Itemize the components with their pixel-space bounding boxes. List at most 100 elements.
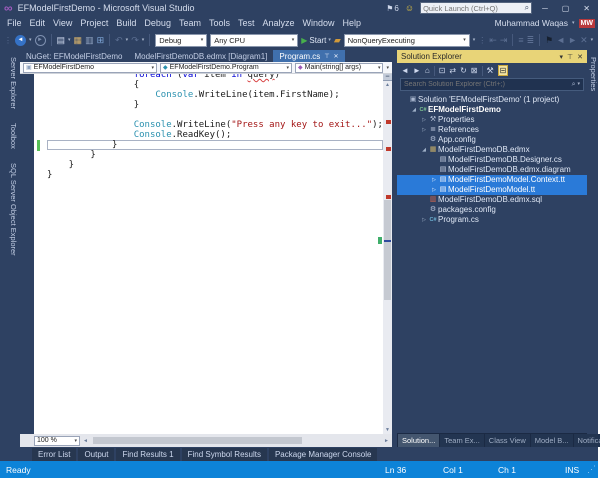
navbar-overflow-icon[interactable]: ▾	[386, 65, 389, 71]
increase-indent-button[interactable]: ⇥	[500, 35, 508, 45]
pin-icon[interactable]: ⊤	[324, 53, 329, 60]
expander-icon[interactable]: ▷	[420, 115, 428, 125]
search-input[interactable]	[404, 81, 572, 88]
navigate-forward-button[interactable]: ►	[35, 35, 46, 46]
close-button[interactable]: ✕	[579, 4, 594, 13]
menu-item[interactable]: File	[3, 18, 26, 28]
refresh-button[interactable]: ↻	[460, 66, 467, 75]
undo-button[interactable]: ↶	[115, 35, 123, 45]
menu-item[interactable]: Team	[175, 18, 205, 28]
uncomment-button[interactable]: ≣	[527, 35, 535, 45]
scrollbar-thumb[interactable]	[93, 437, 302, 444]
start-debug-button[interactable]: ▶ Start ▾	[301, 36, 331, 45]
tool-window-tab[interactable]: Properties	[587, 53, 600, 95]
error-marker[interactable]	[386, 147, 391, 151]
chevron-down-icon[interactable]: ▾	[577, 81, 580, 89]
tool-window-tab[interactable]: Server Explorer	[0, 53, 20, 113]
menu-item[interactable]: Tools	[205, 18, 234, 28]
forward-button[interactable]: ►	[413, 66, 421, 75]
tree-item[interactable]: ▷▤ModelFirstDemoModel.Context.tt	[397, 175, 587, 185]
close-icon[interactable]: ✕	[577, 53, 583, 61]
panel-tab[interactable]: Find Symbol Results	[182, 448, 267, 461]
sql-status-combo[interactable]: NonQueryExecuting ▾	[344, 34, 470, 47]
scrollbar-thumb[interactable]	[384, 200, 391, 300]
pending-changes-button[interactable]: ⊠	[471, 66, 478, 75]
close-icon[interactable]: ✕	[334, 53, 339, 60]
member-dropdown[interactable]: ◆ Main(string[] args) ▾	[295, 63, 383, 73]
tree-item[interactable]: ▷▤ModelFirstDemoModel.tt	[397, 185, 587, 195]
tree-item[interactable]: ▥ModelFirstDemoDB.edmx.sql	[397, 195, 587, 205]
error-marker[interactable]	[386, 120, 391, 124]
solution-platform-combo[interactable]: Any CPU ▾	[210, 34, 298, 47]
minimize-button[interactable]: ─	[538, 4, 552, 13]
undo-dropdown-icon[interactable]: ▾	[126, 37, 129, 43]
expander-icon[interactable]: ◢	[420, 145, 428, 155]
quick-launch-input[interactable]	[423, 4, 525, 13]
code-area[interactable]: foreach (var item in query) { Console.Wr…	[45, 74, 383, 434]
toolbar-grip[interactable]: ⋮	[478, 36, 486, 45]
error-marker[interactable]	[386, 195, 391, 199]
new-dropdown-icon[interactable]: ▾	[68, 37, 71, 43]
next-bookmark-button[interactable]: ►	[568, 35, 577, 45]
tree-item[interactable]: ⚙packages.config	[397, 205, 587, 215]
chevron-down-icon[interactable]: ▾	[560, 53, 564, 61]
user-avatar[interactable]: MW	[579, 19, 595, 28]
toolbar-overflow-icon[interactable]: ▾	[473, 37, 476, 43]
tree-item[interactable]: ◢C#EFModelFirstDemo	[397, 105, 587, 115]
panel-tab[interactable]: Find Results 1	[116, 448, 179, 461]
save-all-button[interactable]: ⊞	[97, 35, 105, 45]
clear-bookmarks-button[interactable]: ✕	[580, 35, 588, 45]
decrease-indent-button[interactable]: ⇤	[489, 35, 497, 45]
tree-item[interactable]: ▷⚒Properties	[397, 115, 587, 125]
comment-button[interactable]: ≡	[518, 35, 523, 45]
menu-item[interactable]: Edit	[26, 18, 50, 28]
notifications-button[interactable]: ⚑ 6	[386, 4, 399, 13]
zoom-level-combo[interactable]: 100 % ▾	[34, 436, 80, 446]
project-dropdown[interactable]: ▣ EFModelFirstDemo ▾	[23, 63, 157, 73]
sync-button[interactable]: ⇄	[449, 66, 456, 75]
scroll-right-icon[interactable]: ►	[384, 438, 389, 444]
resize-grip-icon[interactable]: ⋰	[587, 464, 596, 475]
tree-item[interactable]: ▷≣References	[397, 125, 587, 135]
menu-item[interactable]: Help	[339, 18, 366, 28]
expander-icon[interactable]: ◢	[410, 105, 418, 115]
tool-window-tab[interactable]: Toolbox	[0, 119, 20, 153]
tree-item[interactable]: ⚙App.config	[397, 135, 587, 145]
menu-item[interactable]: Debug	[140, 18, 175, 28]
tree-item[interactable]: ▤ModelFirstDemoDB.Designer.cs	[397, 155, 587, 165]
maximize-button[interactable]: ▢	[558, 4, 574, 13]
type-dropdown[interactable]: ◆ EFModelFirstDemo.Program ▾	[160, 63, 292, 73]
collapse-all-button[interactable]: ⊟	[498, 65, 509, 76]
splitter-handle[interactable]: ═	[383, 74, 392, 81]
scroll-left-icon[interactable]: ◄	[83, 438, 88, 444]
scroll-up-icon[interactable]: ▲	[383, 82, 392, 88]
navigate-back-button[interactable]: ◄	[15, 35, 26, 46]
expander-icon[interactable]: ▷	[430, 185, 438, 195]
tree-item[interactable]: ▷C#Program.cs	[397, 215, 587, 225]
save-button[interactable]: ▥	[85, 35, 94, 45]
search-icon[interactable]: ⌕	[572, 81, 576, 89]
properties-button[interactable]: ⚒	[487, 66, 494, 75]
menu-item[interactable]: Analyze	[259, 18, 299, 28]
tool-panel-tab[interactable]: Model B...	[531, 434, 573, 447]
editor-horizontal-scrollbar[interactable]	[91, 436, 381, 445]
document-tab[interactable]: NuGet: EFModelFirstDemo	[20, 50, 128, 62]
expander-icon[interactable]: ▷	[430, 175, 438, 185]
previous-bookmark-button[interactable]: ◄	[556, 35, 565, 45]
tool-panel-tab[interactable]: Team Ex...	[440, 434, 483, 447]
menu-item[interactable]: View	[49, 18, 76, 28]
home-button[interactable]: ⌂	[425, 66, 430, 75]
scope-button[interactable]: ⊡	[439, 66, 446, 75]
menu-item[interactable]: Build	[112, 18, 140, 28]
back-dropdown-icon[interactable]: ▾	[29, 37, 32, 43]
panel-tab[interactable]: Output	[78, 448, 114, 461]
panel-tab[interactable]: Error List	[32, 448, 76, 461]
panel-tab[interactable]: Package Manager Console	[269, 448, 378, 461]
tree-item[interactable]: ◢▦ModelFirstDemoDB.edmx	[397, 145, 587, 155]
editor-vertical-scrollbar[interactable]: ═ ▲ ▼	[383, 74, 392, 434]
new-project-button[interactable]: ▤	[57, 35, 66, 45]
tool-window-tab[interactable]: SQL Server Object Explorer	[0, 159, 20, 260]
redo-button[interactable]: ↷	[131, 35, 139, 45]
toolbar-grip[interactable]: ⋮	[4, 36, 12, 45]
feedback-smiley-icon[interactable]: ☺	[405, 3, 414, 13]
